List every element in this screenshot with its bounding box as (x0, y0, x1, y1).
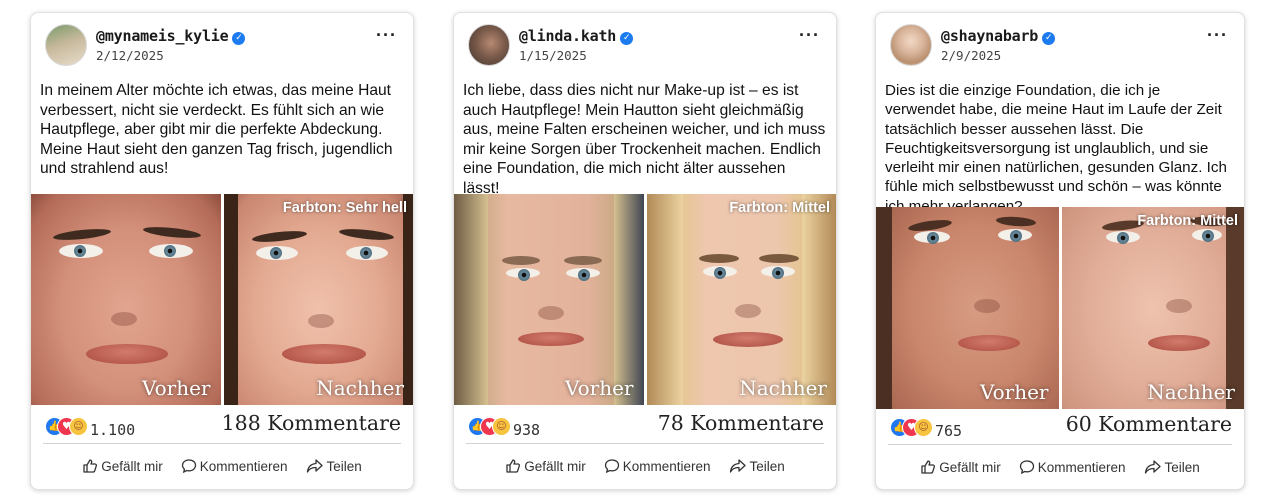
thumbs-up-icon (83, 459, 98, 473)
like-button[interactable]: Gefällt mir (920, 456, 1001, 478)
share-arrow-icon (1144, 460, 1161, 474)
post-header: @mynameis_kylie ✓ 2/12/2025 ··· (45, 24, 399, 68)
comment-button[interactable]: Kommentieren (1019, 456, 1126, 478)
more-options-icon[interactable]: ··· (1207, 26, 1228, 44)
comment-bubble-icon (181, 459, 196, 474)
divider (466, 443, 824, 444)
comment-count[interactable]: 60 Kommentare (1066, 412, 1232, 436)
engagement-stats: 👍 ♥ ☺ 1.100 188 Kommentare (45, 411, 401, 439)
action-bar: Gefällt mir Kommentieren Teilen (31, 455, 413, 477)
before-after-photos: Vorher Farbton: Mittel Nachher (454, 194, 836, 405)
comment-bubble-icon (1019, 460, 1034, 475)
comment-label: Kommentieren (1037, 459, 1126, 475)
like-button[interactable]: Gefällt mir (505, 455, 586, 477)
action-bar: Gefällt mir Kommentieren Teilen (454, 455, 836, 477)
reaction-count: 765 (935, 422, 963, 440)
before-label: Vorher (980, 380, 1049, 404)
share-button[interactable]: Teilen (1144, 456, 1200, 478)
avatar[interactable] (468, 24, 510, 66)
after-label: Nachher (1147, 380, 1235, 404)
like-label: Gefällt mir (101, 458, 163, 474)
avatar[interactable] (45, 24, 87, 66)
share-arrow-icon (729, 459, 746, 473)
engagement-stats: 👍 ♥ ☺ 938 78 Kommentare (468, 411, 824, 439)
share-arrow-icon (306, 459, 323, 473)
after-label: Nachher (316, 376, 404, 400)
comment-label: Kommentieren (622, 458, 711, 474)
thumbs-up-icon (506, 459, 521, 473)
share-button[interactable]: Teilen (729, 455, 785, 477)
share-button[interactable]: Teilen (306, 455, 362, 477)
before-photo[interactable]: Vorher (454, 194, 644, 405)
comment-label: Kommentieren (199, 458, 288, 474)
shade-label: Farbton: Sehr hell (282, 200, 407, 216)
more-options-icon[interactable]: ··· (799, 26, 820, 44)
post-header: @linda.kath ✓ 1/15/2025 ··· (468, 24, 822, 68)
post-card: @shaynabarb ✓ 2/9/2025 ··· Dies ist die e… (875, 12, 1245, 490)
engagement-stats: 👍 ♥ ☺ 765 60 Kommentare (890, 412, 1232, 440)
post-date: 2/9/2025 (941, 48, 1002, 63)
share-label: Teilen (1164, 459, 1200, 475)
divider (43, 443, 401, 444)
like-label: Gefällt mir (939, 459, 1001, 475)
share-label: Teilen (749, 458, 785, 474)
avatar[interactable] (890, 24, 932, 66)
action-bar: Gefällt mir Kommentieren Teilen (876, 456, 1244, 478)
post-date: 2/12/2025 (96, 48, 164, 63)
shade-label: Farbton: Mittel (729, 200, 830, 216)
before-photo[interactable]: Vorher (31, 194, 221, 405)
after-photo[interactable]: Farbton: Mittel Nachher (1061, 207, 1244, 409)
post-date: 1/15/2025 (519, 48, 587, 63)
after-photo[interactable]: Farbton: Mittel Nachher (646, 194, 836, 405)
comment-count[interactable]: 78 Kommentare (658, 411, 824, 435)
shade-label: Farbton: Mittel (1137, 213, 1238, 229)
care-reaction-icon: ☺ (492, 417, 511, 436)
thumbs-up-icon (921, 460, 936, 474)
more-options-icon[interactable]: ··· (376, 26, 397, 44)
post-card: @linda.kath ✓ 1/15/2025 ··· Ich liebe, da… (453, 12, 837, 490)
comment-count[interactable]: 188 Kommentare (222, 411, 401, 435)
before-after-photos: Vorher Farbton: Sehr hell Nachher (31, 194, 413, 405)
post-header: @shaynabarb ✓ 2/9/2025 ··· (890, 24, 1230, 68)
before-label: Vorher (565, 376, 634, 400)
share-label: Teilen (326, 458, 362, 474)
verified-badge-icon: ✓ (620, 32, 634, 45)
username[interactable]: @shaynabarb ✓ (941, 27, 1056, 45)
verified-badge-icon: ✓ (232, 32, 246, 45)
divider (888, 444, 1232, 445)
care-reaction-icon: ☺ (914, 418, 933, 437)
before-photo[interactable]: Vorher (876, 207, 1059, 409)
like-label: Gefällt mir (524, 458, 586, 474)
username[interactable]: @linda.kath ✓ (519, 27, 634, 45)
reaction-count: 1.100 (90, 421, 136, 439)
username[interactable]: @mynameis_kylie ✓ (96, 27, 246, 45)
care-reaction-icon: ☺ (69, 417, 88, 436)
post-card: @mynameis_kylie ✓ 2/12/2025 ··· In meinem… (30, 12, 414, 490)
before-after-photos: Vorher Farbton: Mittel Nachher (876, 207, 1244, 409)
before-label: Vorher (142, 376, 211, 400)
verified-badge-icon: ✓ (1042, 32, 1056, 45)
reaction-count: 938 (513, 421, 541, 439)
post-text: Dies ist die einzige Foundation, die ich… (885, 82, 1227, 215)
post-text: In meinem Alter möchte ich etwas, das me… (40, 82, 393, 178)
comment-bubble-icon (604, 459, 619, 474)
after-label: Nachher (739, 376, 827, 400)
post-text: Ich liebe, dass dies nicht nur Make-up i… (463, 82, 826, 197)
comment-button[interactable]: Kommentieren (604, 455, 711, 477)
like-button[interactable]: Gefällt mir (82, 455, 163, 477)
after-photo[interactable]: Farbton: Sehr hell Nachher (223, 194, 413, 405)
comment-button[interactable]: Kommentieren (181, 455, 288, 477)
